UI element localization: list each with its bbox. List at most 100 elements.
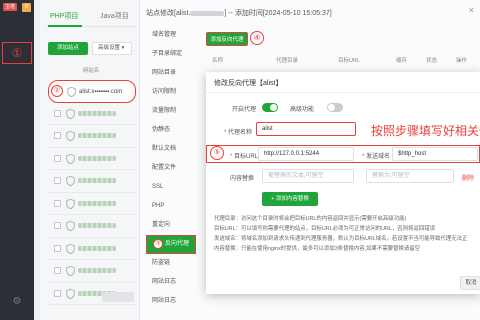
send-domain-label-text: 发送域名: [366, 154, 391, 160]
menu-item[interactable]: PHP: [146, 197, 196, 216]
menu-item[interactable]: ③ 反向代理: [146, 235, 196, 254]
delete-replace-link[interactable]: 删除: [462, 173, 474, 182]
pagination[interactable]: [102, 292, 134, 302]
site-name[interactable]: alist.x▪▪▪▪▪▪▪.com: [79, 88, 122, 96]
replace-source-input[interactable]: 被替换的文本,可留空: [262, 169, 354, 183]
target-url-label: * 目标URL: [230, 154, 259, 160]
menu-item[interactable]: 网站日志: [146, 273, 196, 292]
proxy-table-header: 名称 代理目录 目标URL 缓存 状态 操作: [206, 56, 476, 66]
send-domain-input[interactable]: $http_host: [392, 147, 478, 161]
site-settings-menu: 域名管理子目录绑定网站目录访问限制流量限制伪静态默认文档配置文件 SSL PHP 重定…: [146, 26, 196, 311]
menu-item[interactable]: 域名管理: [146, 26, 196, 45]
row-checkbox[interactable]: [54, 244, 61, 252]
help-note: 发送域名：将域名添加到请求头传递到代理服务器，默认为目标URL域名，若设置不当可…: [214, 236, 468, 242]
enable-proxy-toggle[interactable]: [262, 103, 278, 112]
menu-item[interactable]: 访问限制: [146, 83, 196, 102]
add-content-replace-button[interactable]: + 添加内容替换: [262, 192, 318, 206]
advanced-settings-label: 高级设置: [98, 45, 121, 51]
row-checkbox[interactable]: [54, 267, 61, 274]
window-title: 站点修改[alist.] -- 添加时间[2024-05-10 15:05:37…: [146, 8, 332, 18]
shield-icon: [66, 198, 75, 209]
proxy-name-label: * 代理名称: [224, 130, 253, 136]
menu-item-label: 默认文档: [152, 146, 177, 152]
table-row[interactable]: [48, 238, 136, 260]
step-marker-5: ⑤: [210, 146, 224, 160]
col-actions: 操作: [456, 58, 468, 64]
menu-item[interactable]: SSL: [146, 178, 196, 197]
notification-badge[interactable]: 0: [22, 3, 31, 12]
row-checkbox[interactable]: [54, 132, 61, 139]
row-checkbox[interactable]: [54, 222, 61, 229]
instruction-annotation: 按照步骤填写好相关信: [371, 124, 480, 138]
help-note: 内容替换：只能在使用nginx时提供，最多可以添加3条替换内容,如果不需要替换请…: [214, 246, 421, 252]
menu-item[interactable]: 网站日志: [146, 292, 196, 311]
replace-target-input[interactable]: 替换为,可留空: [366, 169, 454, 183]
row-checkbox[interactable]: [54, 177, 61, 184]
shield-icon: [66, 176, 75, 186]
row-checkbox[interactable]: [54, 289, 61, 297]
menu-item-label: 网站目录: [152, 70, 177, 76]
site-list-panel: PHP项目 Java项目 添加站点 高级设置 ▾ 网站名 ② alist.x▪▪▪…: [40, 0, 140, 320]
shield-icon: [66, 131, 75, 141]
menu-item[interactable]: 默认文档: [146, 140, 196, 159]
menu-item[interactable]: 配置文件: [146, 159, 196, 178]
menu-item[interactable]: 伪静态: [146, 121, 196, 140]
menu-item[interactable]: 防盗链: [146, 254, 196, 273]
col-cache: 缓存: [396, 58, 408, 64]
menu-item[interactable]: 重定向: [146, 216, 196, 235]
redacted-site-name: [78, 223, 116, 228]
step-marker-4: ④: [250, 31, 264, 45]
gear-icon[interactable]: ⚙: [10, 296, 24, 310]
menu-item-label: 流量限制: [152, 108, 177, 114]
menu-item-label: SSL: [152, 184, 164, 190]
step-marker-3: ③: [153, 239, 163, 249]
table-row[interactable]: [48, 170, 136, 193]
table-row[interactable]: [48, 125, 136, 148]
row-checkbox[interactable]: [54, 199, 61, 207]
row-checkbox[interactable]: [54, 154, 61, 162]
table-row[interactable]: [48, 260, 136, 283]
help-note: 目标URL：可以填写你需要代理的站点，目标URL必须为可正常访问的URL，否则将…: [214, 226, 436, 232]
menu-item[interactable]: 网站目录: [146, 64, 196, 83]
table-row[interactable]: [48, 148, 136, 170]
table-row[interactable]: [48, 193, 136, 215]
enable-proxy-label: 开启代理: [232, 107, 257, 113]
table-row[interactable]: [48, 103, 136, 125]
step-marker-2: ②: [51, 85, 63, 97]
row-checkbox[interactable]: [54, 109, 61, 117]
cancel-button[interactable]: 取消: [460, 276, 480, 290]
menu-item-label: 重定向: [152, 222, 171, 228]
brand-logo: 宝塔: [3, 3, 17, 11]
dialog-divider: [206, 92, 480, 93]
add-site-button[interactable]: 添加站点: [48, 42, 88, 55]
menu-item-label: PHP: [152, 203, 165, 209]
shield-icon: [66, 288, 75, 299]
tab-java-project[interactable]: Java项目: [100, 10, 129, 24]
target-url-label-text: 目标URL: [234, 154, 259, 160]
advanced-feature-label: 高级功能: [290, 107, 315, 113]
menu-item-label: 子目录绑定: [152, 51, 183, 57]
menu-item-label: 网站日志: [152, 279, 177, 285]
menu-item[interactable]: 子目录绑定: [146, 45, 196, 64]
send-domain-label: * 发送域名: [362, 154, 391, 160]
add-reverse-proxy-button[interactable]: 添加反向代理: [206, 32, 248, 46]
target-url-input[interactable]: http://127.0.0.1:5244: [258, 147, 354, 161]
table-row[interactable]: [48, 215, 136, 238]
menu-item-label: 伪静态: [152, 127, 171, 133]
col-status: 状态: [426, 58, 438, 64]
shield-icon: [66, 243, 75, 254]
redacted-site-name: [78, 200, 116, 206]
advanced-feature-toggle[interactable]: [327, 103, 343, 112]
redacted-site-name: [78, 245, 116, 251]
table-row[interactable]: ② alist.x▪▪▪▪▪▪▪.com: [48, 80, 136, 103]
redacted-site-name: [78, 110, 116, 116]
tab-php-project[interactable]: PHP项目: [50, 10, 78, 24]
shield-icon: [66, 153, 75, 164]
advanced-settings-dropdown[interactable]: 高级设置 ▾: [92, 42, 132, 55]
menu-item-label: 防盗链: [152, 260, 171, 266]
proxy-name-input[interactable]: alist: [256, 122, 356, 136]
help-note: 代理目录：访问这个目录时将会把目标URL的内容返回并显示(需要开启高级功能): [214, 216, 407, 222]
close-icon[interactable]: ×: [469, 5, 474, 15]
menu-item[interactable]: 流量限制: [146, 102, 196, 121]
menu-item-label: 网站日志: [152, 298, 177, 304]
